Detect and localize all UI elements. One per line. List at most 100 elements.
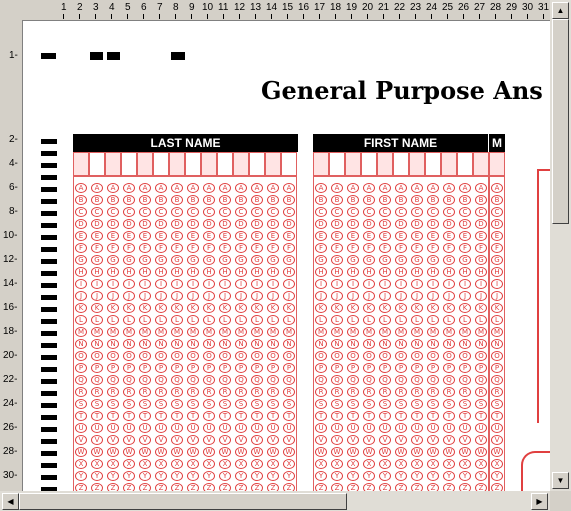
- first-name-write-box[interactable]: [345, 152, 361, 176]
- last-name-write-box[interactable]: [73, 152, 89, 176]
- timing-mark: [107, 52, 120, 60]
- top-ruler-tick: [303, 14, 304, 19]
- first-name-write-box[interactable]: [473, 152, 489, 176]
- top-ruler-number: 15: [282, 2, 294, 13]
- left-ruler-number: 2-: [9, 134, 18, 145]
- first-name-write-box[interactable]: [361, 152, 377, 176]
- left-ruler-number: 12-: [3, 254, 18, 265]
- top-ruler-tick: [319, 14, 320, 19]
- timing-mark: [41, 307, 57, 312]
- left-ruler-number: 1-: [9, 50, 18, 61]
- top-ruler-tick: [351, 14, 352, 19]
- top-ruler-number: 23: [410, 2, 422, 13]
- top-ruler-number: 13: [250, 2, 262, 13]
- first-name-write-box[interactable]: [329, 152, 345, 176]
- last-name-write-box[interactable]: [105, 152, 121, 176]
- timing-mark: [41, 199, 57, 204]
- timing-mark: [41, 211, 57, 216]
- timing-mark: [41, 427, 57, 432]
- last-name-write-box[interactable]: [153, 152, 169, 176]
- top-ruler-number: 27: [474, 2, 486, 13]
- top-ruler-number: 14: [266, 2, 278, 13]
- vertical-scrollbar[interactable]: ▲ ▼: [550, 0, 571, 491]
- vertical-scroll-thumb[interactable]: [552, 19, 569, 224]
- top-ruler-tick: [287, 14, 288, 19]
- timing-mark: [41, 283, 57, 288]
- timing-mark: [41, 163, 57, 168]
- middle-initial-header: M: [489, 134, 505, 152]
- answer-sheet-page: General Purpose Ans LAST NAME FIRST NAME…: [23, 21, 550, 491]
- middle-initial-write-box[interactable]: [489, 152, 505, 176]
- timing-mark: [41, 475, 57, 480]
- last-name-write-box[interactable]: [281, 152, 297, 176]
- top-ruler-number: 2: [77, 2, 83, 13]
- left-ruler-number: 24-: [3, 398, 18, 409]
- top-ruler-tick: [431, 14, 432, 19]
- left-ruler-number: 14-: [3, 278, 18, 289]
- last-name-write-box[interactable]: [121, 152, 137, 176]
- first-name-write-box[interactable]: [313, 152, 329, 176]
- scroll-right-button[interactable]: ▶: [531, 493, 548, 510]
- last-name-write-box[interactable]: [249, 152, 265, 176]
- top-ruler-number: 22: [394, 2, 406, 13]
- timing-mark: [41, 415, 57, 420]
- timing-mark: [41, 439, 57, 444]
- last-name-write-box[interactable]: [201, 152, 217, 176]
- horizontal-scroll-thumb[interactable]: [19, 493, 347, 510]
- timing-mark: [90, 52, 103, 60]
- top-ruler-number: 25: [442, 2, 454, 13]
- horizontal-scrollbar[interactable]: ◀ ▶: [0, 491, 550, 511]
- top-ruler-tick: [143, 14, 144, 19]
- top-ruler-tick: [63, 14, 64, 19]
- first-name-write-box[interactable]: [409, 152, 425, 176]
- top-ruler-tick: [335, 14, 336, 19]
- scroll-up-button[interactable]: ▲: [552, 2, 569, 19]
- last-name-write-box[interactable]: [185, 152, 201, 176]
- top-ruler-number: 4: [109, 2, 115, 13]
- last-name-write-box[interactable]: [233, 152, 249, 176]
- middle-initial-bubble-frame: [489, 176, 505, 491]
- last-name-write-box[interactable]: [89, 152, 105, 176]
- timing-mark: [41, 247, 57, 252]
- left-ruler-number: 30-: [3, 470, 18, 481]
- right-section-border: [537, 169, 550, 423]
- timing-mark: [41, 139, 57, 144]
- last-name-write-box[interactable]: [265, 152, 281, 176]
- last-name-write-box[interactable]: [217, 152, 233, 176]
- top-ruler-tick: [463, 14, 464, 19]
- timing-mark: [41, 223, 57, 228]
- top-ruler-number: 7: [157, 2, 163, 13]
- top-ruler-number: 9: [189, 2, 195, 13]
- timing-mark: [41, 403, 57, 408]
- first-name-write-box[interactable]: [377, 152, 393, 176]
- last-name-write-box[interactable]: [137, 152, 153, 176]
- top-ruler-number: 12: [234, 2, 246, 13]
- timing-mark: [41, 379, 57, 384]
- left-ruler-number: 10-: [3, 230, 18, 241]
- timing-mark: [41, 151, 57, 156]
- timing-mark: [41, 295, 57, 300]
- timing-mark: [41, 343, 57, 348]
- timing-mark: [41, 331, 57, 336]
- top-ruler-tick: [271, 14, 272, 19]
- left-ruler-number: 18-: [3, 326, 18, 337]
- last-name-write-box[interactable]: [169, 152, 185, 176]
- top-ruler-tick: [367, 14, 368, 19]
- scroll-left-button[interactable]: ◀: [2, 493, 19, 510]
- top-ruler-number: 11: [218, 2, 229, 13]
- first-name-write-box[interactable]: [457, 152, 473, 176]
- top-ruler-number: 20: [362, 2, 374, 13]
- first-name-write-box[interactable]: [441, 152, 457, 176]
- first-name-write-box[interactable]: [425, 152, 441, 176]
- timing-mark: [41, 391, 57, 396]
- top-ruler-tick: [95, 14, 96, 19]
- top-ruler-tick: [175, 14, 176, 19]
- top-ruler-number: 28: [490, 2, 502, 13]
- left-ruler-number: 8-: [9, 206, 18, 217]
- timing-mark: [41, 53, 56, 59]
- left-ruler-number: 6-: [9, 182, 18, 193]
- timing-mark: [41, 463, 57, 468]
- first-name-write-box[interactable]: [393, 152, 409, 176]
- scroll-down-button[interactable]: ▼: [552, 472, 569, 489]
- timing-mark: [41, 367, 57, 372]
